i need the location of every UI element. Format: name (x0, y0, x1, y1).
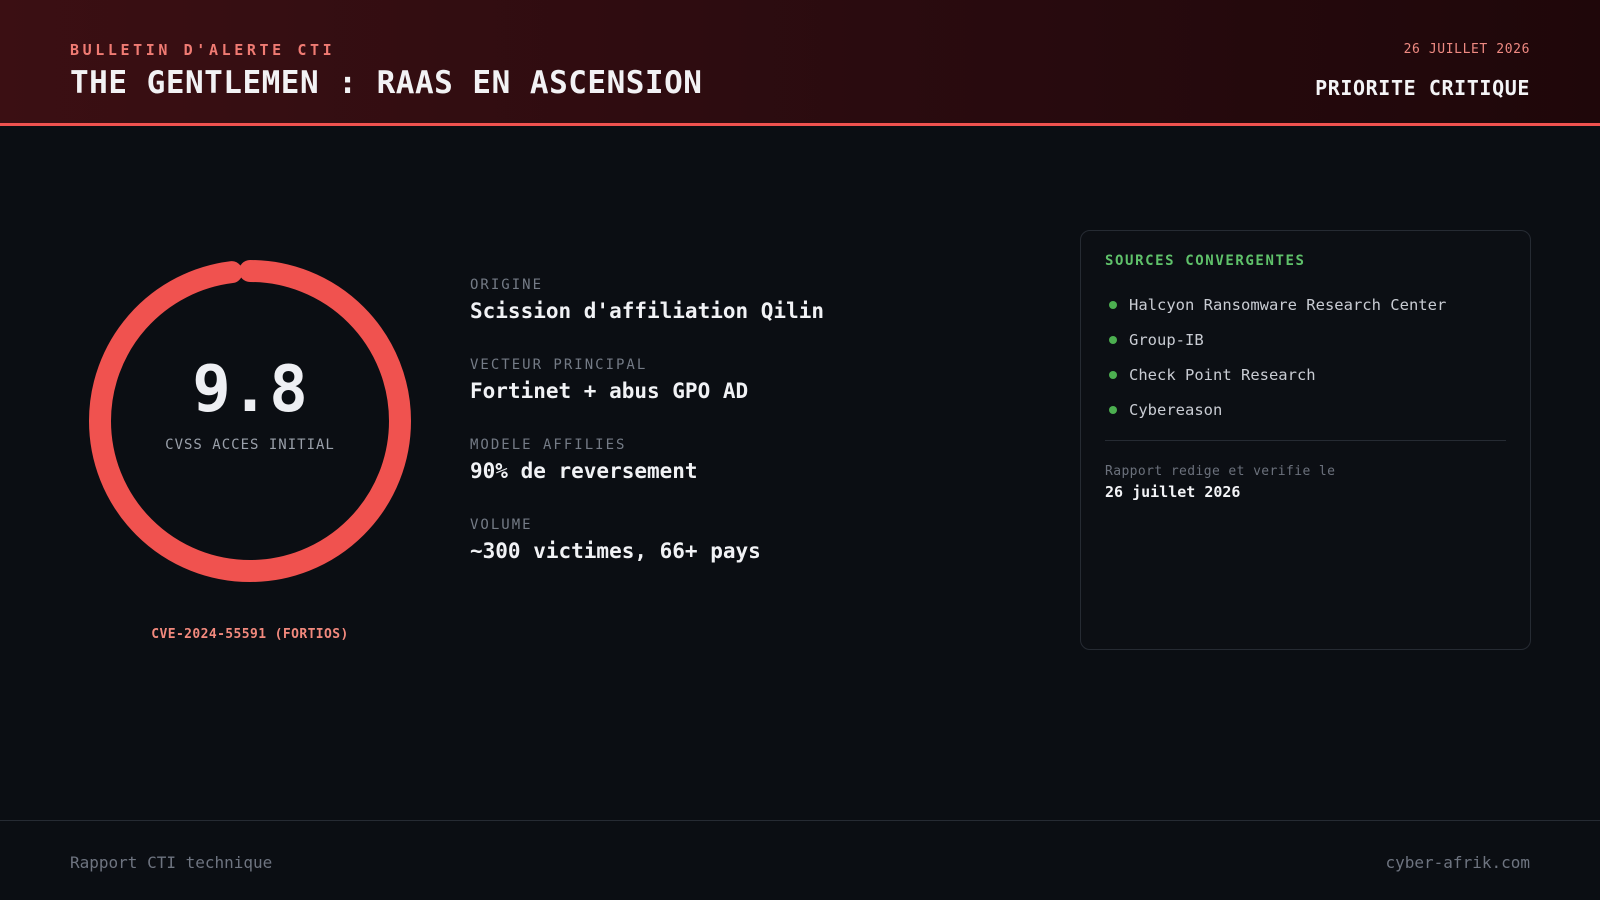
source-name: Check Point Research (1129, 365, 1316, 384)
source-name: Group-IB (1129, 330, 1204, 349)
bullet-dot-icon (1109, 300, 1117, 309)
fact-vecteur: VECTEUR PRINCIPAL Fortinet + abus GPO AD (470, 356, 748, 405)
cvss-score-gauge: 9.8 CVSS ACCES INITIAL (88, 259, 412, 583)
footer-report-type: Rapport CTI technique (70, 853, 273, 872)
fact-value: 90% de reversement (470, 459, 698, 483)
fact-label: MODELE AFFILIES (470, 437, 627, 453)
fact-value: Fortinet + abus GPO AD (470, 379, 749, 403)
bullet-dot-icon (1109, 370, 1117, 379)
footer-site-link[interactable]: cyber-afrik.com (1386, 853, 1531, 872)
fact-label: ORIGINE (470, 277, 544, 293)
source-name: Cybereason (1129, 400, 1223, 419)
cvss-score-value: 9.8 (192, 353, 308, 427)
fact-label: VECTEUR PRINCIPAL (470, 357, 648, 373)
source-name: Halcyon Ransomware Research Center (1129, 295, 1447, 314)
page-footer: Rapport CTI technique cyber-afrik.com (0, 820, 1600, 900)
card-divider (1105, 440, 1506, 441)
cvss-score-label: CVSS ACCES INITIAL (165, 437, 335, 453)
cve-identifier: CVE-2024-55591 (FORTIOS) (151, 627, 349, 642)
verified-date: 26 juillet 2026 (1105, 483, 1241, 501)
sources-title: SOURCES CONVERGENTES (1105, 253, 1306, 269)
verified-label: Rapport redige et verifie le (1105, 464, 1336, 479)
fact-label: VOLUME (470, 517, 533, 533)
list-item: Check Point Research (1105, 357, 1446, 392)
list-item: Halcyon Ransomware Research Center (1105, 287, 1446, 322)
page: BULLETIN D'ALERTE CTI THE GENTLEMEN : RA… (0, 0, 1600, 900)
bulletin-kicker: BULLETIN D'ALERTE CTI (70, 41, 336, 59)
fact-value: ~300 victimes, 66+ pays (470, 539, 761, 563)
list-item: Cybereason (1105, 392, 1446, 427)
fact-value: Scission d'affiliation Qilin (470, 299, 825, 323)
sources-card: SOURCES CONVERGENTES Halcyon Ransomware … (1080, 230, 1531, 650)
bulletin-date: 26 JUILLET 2026 (1403, 42, 1530, 57)
bullet-dot-icon (1109, 405, 1117, 414)
fact-modele: MODELE AFFILIES 90% de reversement (470, 436, 698, 485)
priority-badge: PRIORITE CRITIQUE (1315, 76, 1530, 100)
fact-volume: VOLUME ~300 victimes, 66+ pays (470, 516, 761, 565)
bullet-dot-icon (1109, 335, 1117, 344)
fact-origine: ORIGINE Scission d'affiliation Qilin (470, 276, 824, 325)
alert-header: BULLETIN D'ALERTE CTI THE GENTLEMEN : RA… (0, 0, 1600, 126)
sources-list: Halcyon Ransomware Research Center Group… (1105, 287, 1446, 427)
page-title: THE GENTLEMEN : RAAS EN ASCENSION (70, 65, 703, 101)
list-item: Group-IB (1105, 322, 1446, 357)
